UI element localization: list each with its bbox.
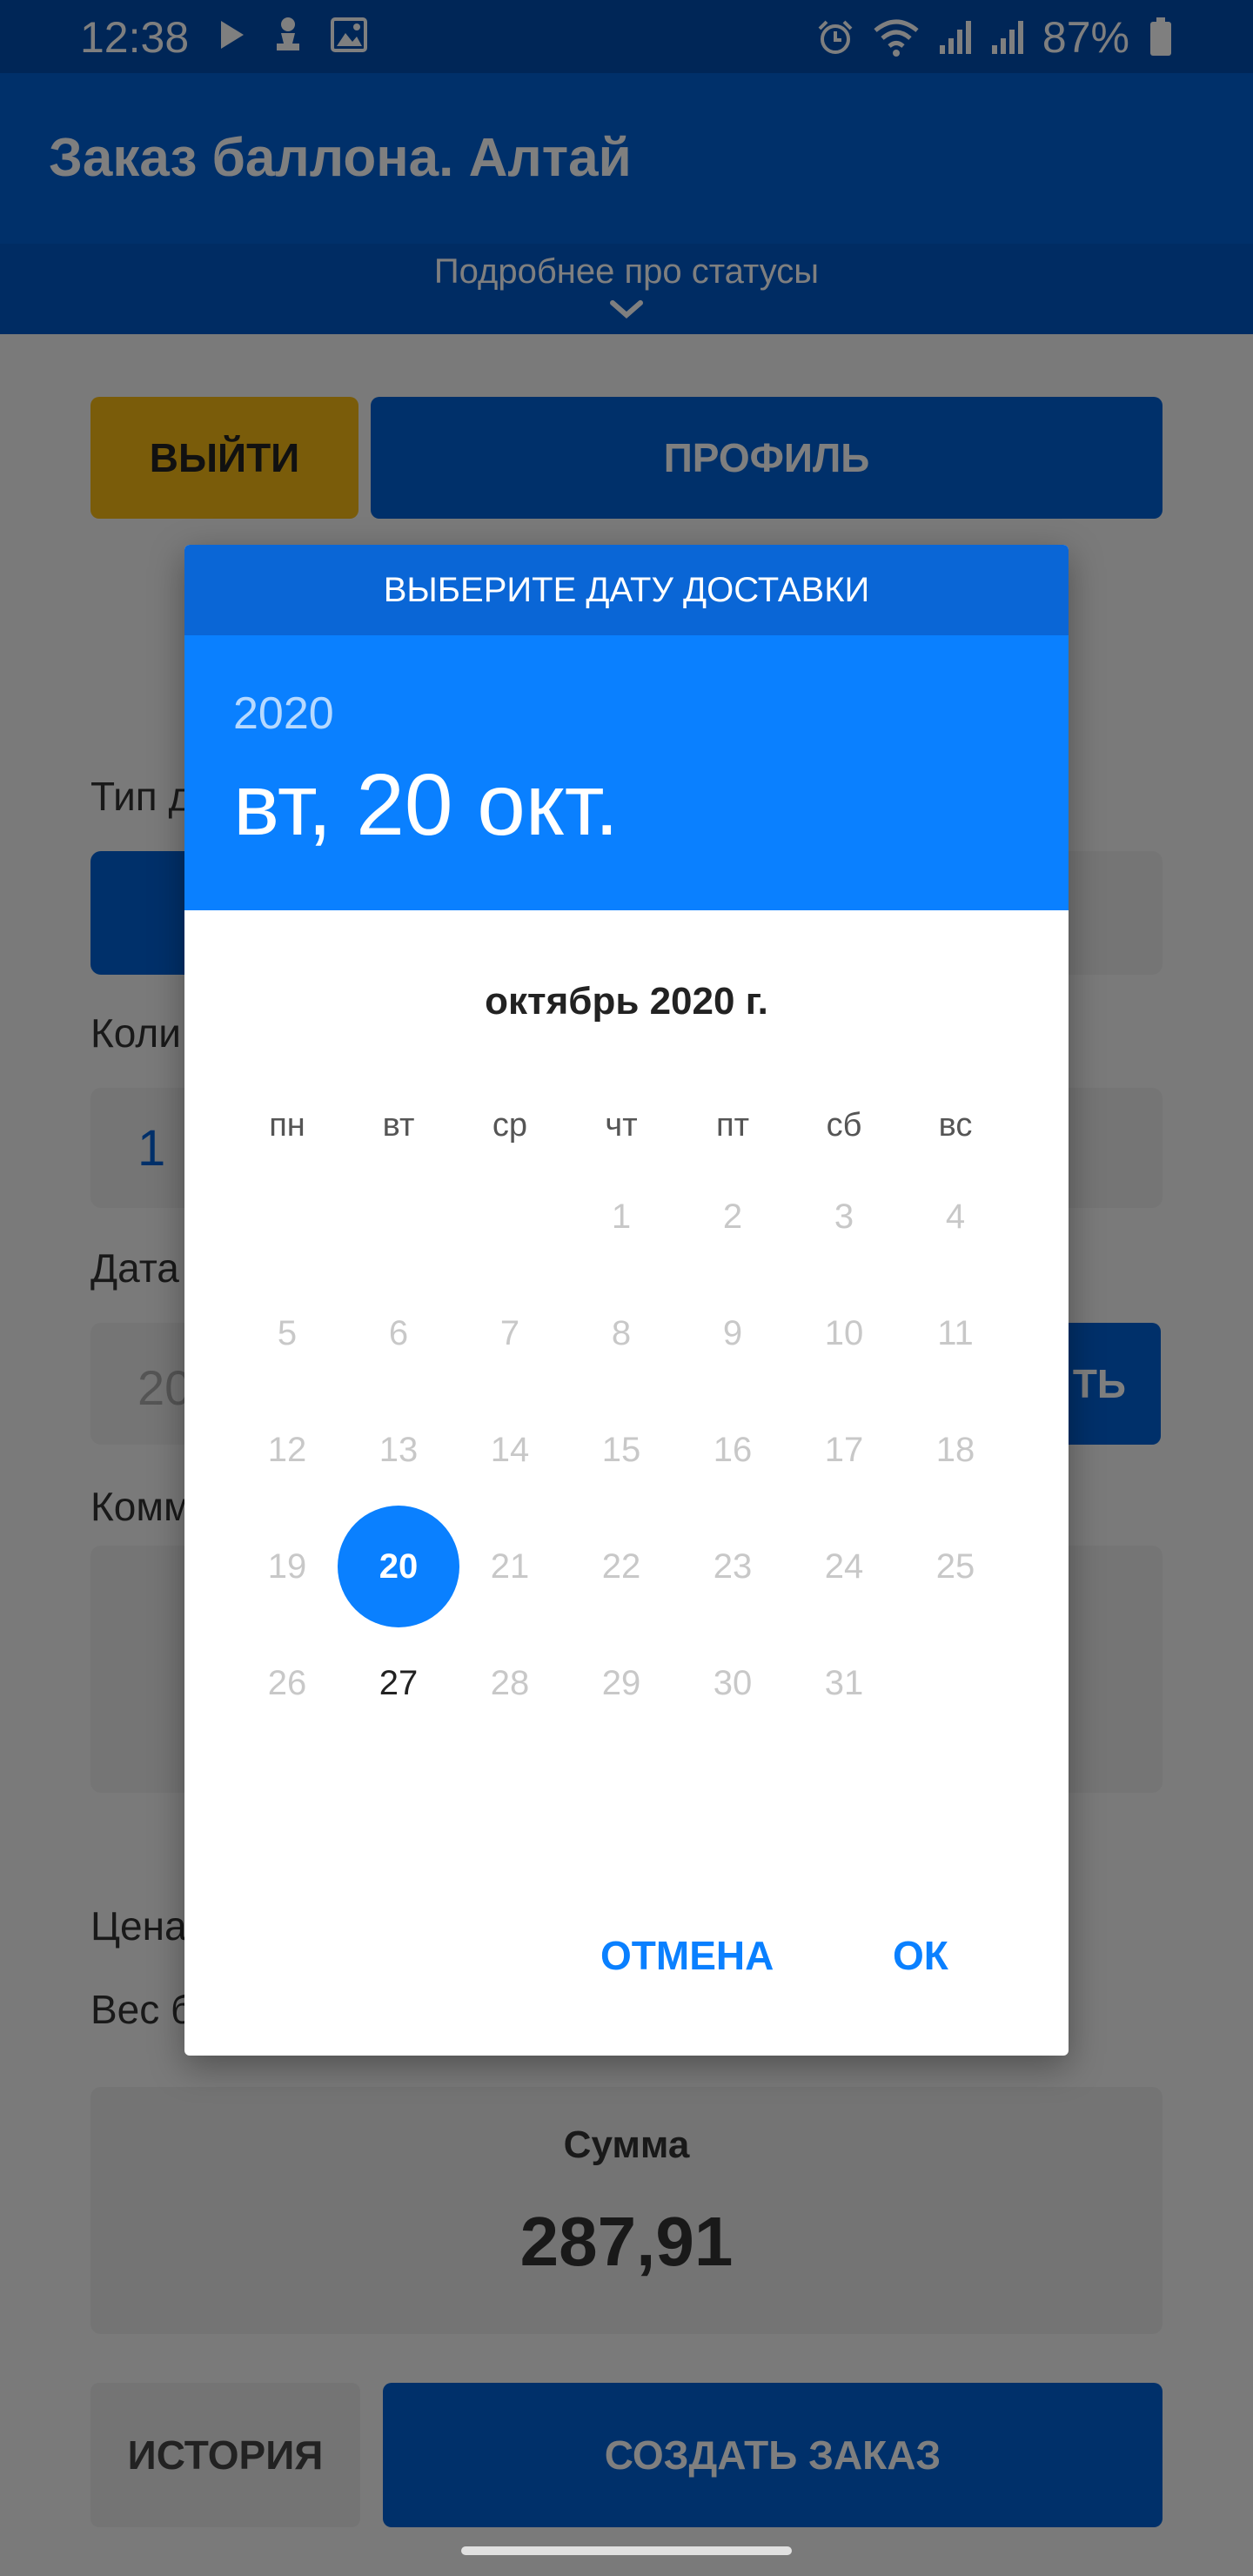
calendar-day[interactable]: 26 bbox=[226, 1622, 348, 1744]
calendar-day[interactable]: 13 bbox=[338, 1389, 459, 1511]
calendar-day[interactable]: 8 bbox=[560, 1272, 682, 1394]
calendar-day[interactable]: 24 bbox=[783, 1506, 905, 1627]
calendar-day[interactable]: 16 bbox=[672, 1389, 794, 1511]
calendar-day[interactable]: 14 bbox=[449, 1389, 571, 1511]
month-title: октябрь 2020 г. bbox=[485, 980, 768, 1023]
calendar-day[interactable]: 9 bbox=[672, 1272, 794, 1394]
calendar-day[interactable]: 7 bbox=[449, 1272, 571, 1394]
calendar-day[interactable]: 31 bbox=[783, 1622, 905, 1744]
calendar-day[interactable]: 21 bbox=[449, 1506, 571, 1627]
calendar-day[interactable]: 18 bbox=[895, 1389, 1016, 1511]
date-picker-header: 2020 вт, 20 окт. bbox=[184, 635, 1069, 910]
calendar-day[interactable]: 25 bbox=[895, 1506, 1016, 1627]
calendar-day[interactable]: 3 bbox=[783, 1156, 905, 1278]
selected-date-display: вт, 20 окт. bbox=[233, 756, 620, 854]
weekday-label: сб bbox=[826, 1107, 862, 1144]
calendar-day[interactable]: 12 bbox=[226, 1389, 348, 1511]
calendar-day[interactable]: 4 bbox=[895, 1156, 1016, 1278]
weekday-label: пн bbox=[269, 1107, 305, 1144]
calendar-day[interactable]: 2 bbox=[672, 1156, 794, 1278]
calendar-day[interactable]: 23 bbox=[672, 1506, 794, 1627]
weekday-label: пт bbox=[716, 1107, 749, 1144]
calendar-day[interactable]: 29 bbox=[560, 1622, 682, 1744]
weekday-label: вт bbox=[382, 1107, 415, 1144]
ok-button[interactable]: ОК bbox=[893, 1932, 948, 1979]
home-indicator[interactable] bbox=[461, 2546, 792, 2555]
calendar-day[interactable]: 28 bbox=[449, 1622, 571, 1744]
calendar-day[interactable]: 6 bbox=[338, 1272, 459, 1394]
calendar-day[interactable]: 10 bbox=[783, 1272, 905, 1394]
calendar-day[interactable]: 11 bbox=[895, 1272, 1016, 1394]
dialog-title: ВЫБЕРИТЕ ДАТУ ДОСТАВКИ bbox=[184, 545, 1069, 635]
weekday-label: чт bbox=[605, 1107, 638, 1144]
calendar-day[interactable]: 15 bbox=[560, 1389, 682, 1511]
date-picker-dialog: ВЫБЕРИТЕ ДАТУ ДОСТАВКИ 2020 вт, 20 окт. … bbox=[184, 545, 1069, 2056]
calendar-day[interactable]: 22 bbox=[560, 1506, 682, 1627]
calendar-day[interactable]: 5 bbox=[226, 1272, 348, 1394]
calendar-day[interactable]: 17 bbox=[783, 1389, 905, 1511]
calendar-day[interactable]: 27 bbox=[338, 1622, 459, 1744]
calendar-day-selected[interactable]: 20 bbox=[338, 1506, 459, 1627]
calendar-day[interactable]: 19 bbox=[226, 1506, 348, 1627]
weekday-label: вс bbox=[938, 1107, 973, 1144]
calendar-day[interactable]: 1 bbox=[560, 1156, 682, 1278]
cancel-button[interactable]: ОТМЕНА bbox=[600, 1932, 774, 1979]
year-selector[interactable]: 2020 bbox=[233, 688, 334, 740]
weekday-label: ср bbox=[492, 1107, 528, 1144]
calendar-day[interactable]: 30 bbox=[672, 1622, 794, 1744]
